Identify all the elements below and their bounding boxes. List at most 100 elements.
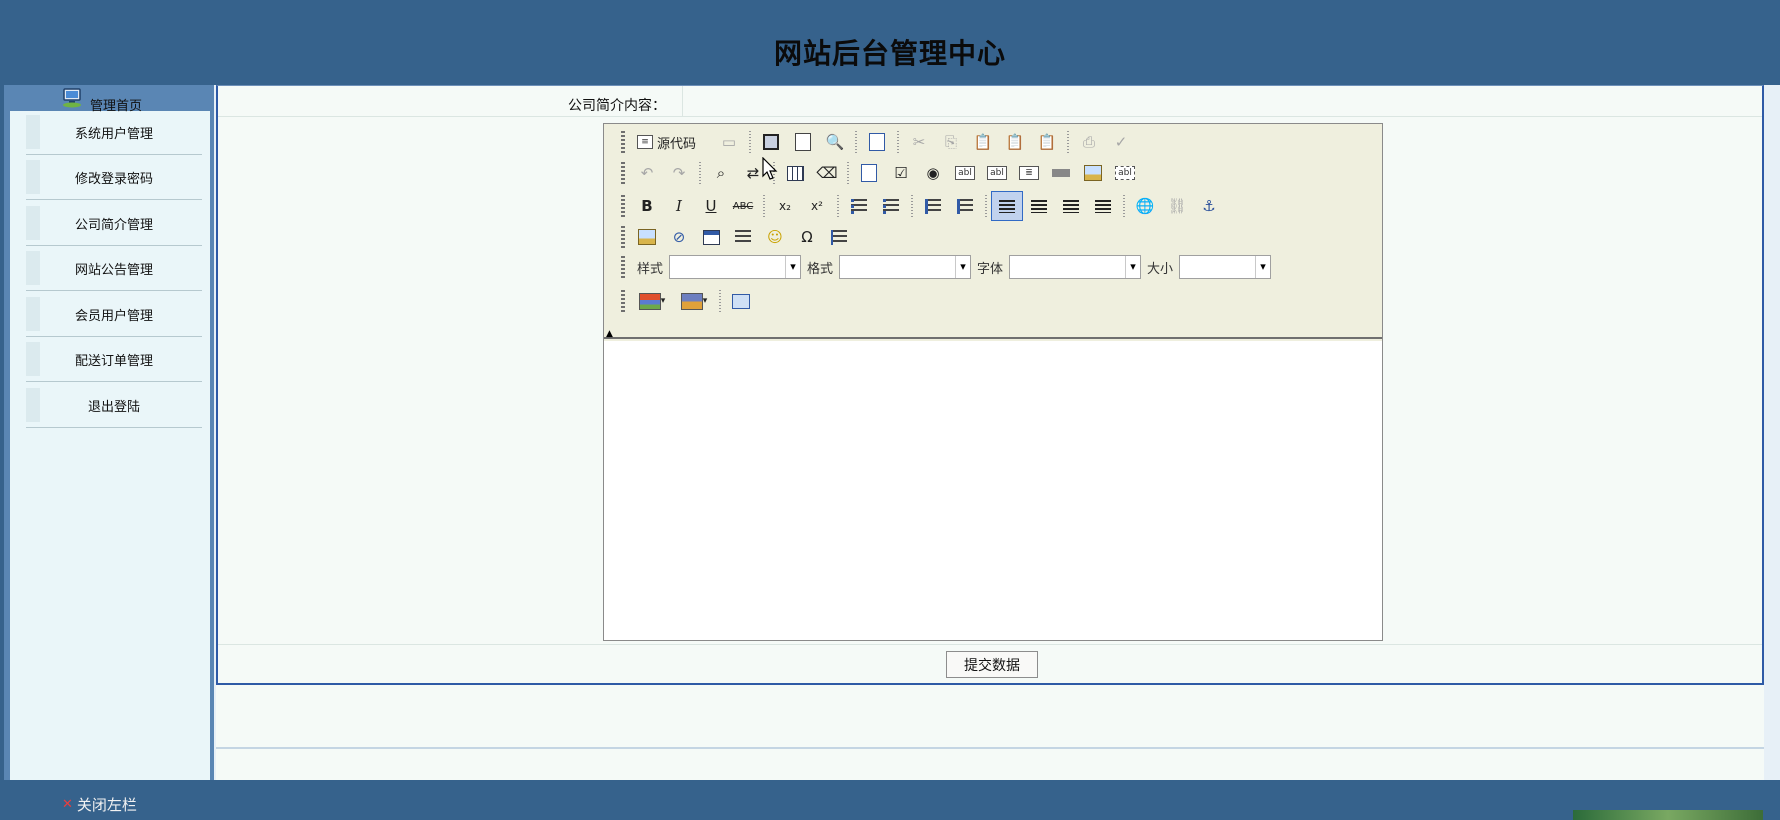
content-field-label: 公司简介内容： [568,98,666,114]
source-code-button[interactable]: ≡ 源代码 [631,127,713,157]
sidebar-item-label: 退出登陆 [87,400,140,415]
outdent-icon[interactable] [917,191,949,221]
maximize-icon[interactable] [725,286,757,316]
paste-text-icon[interactable]: 📋 [999,127,1031,157]
sidebar-item-members[interactable]: 会员用户管理 [26,293,202,337]
content-label-row: 公司简介内容： [218,86,1762,117]
anchor-icon[interactable]: ⚓ [1193,191,1225,221]
hidden-field-icon[interactable]: abl [1109,158,1141,188]
redo-icon[interactable]: ↷ [663,158,695,188]
text-field-icon[interactable]: abl [949,158,981,188]
source-code-label: 源代码 [657,136,697,152]
footer-bar: ✕ 关闭左栏 [0,780,1780,820]
toolbar-separator [699,162,701,184]
select-all-icon[interactable] [779,158,811,188]
paste-word-icon[interactable]: 📋 [1031,127,1063,157]
sidebar-item-label: 会员用户管理 [74,309,153,324]
italic-icon[interactable]: I [663,191,695,221]
toolbar-row-2: ↶ ↷ ⌕ ⇄ ⌫ ☑ ◉ abl abl ≣ abl [621,158,1141,188]
radio-icon[interactable]: ◉ [917,158,949,188]
format-select[interactable] [839,255,972,279]
sidebar-item-company-profile[interactable]: 公司简介管理 [26,202,202,246]
table-icon[interactable] [695,222,727,252]
submit-row: 提交数据 [218,644,1762,682]
bold-icon[interactable]: B [631,191,663,221]
company-profile-form: 公司简介内容： ≡ 源代码 ▭ 🔍 ✂ ⎘ 📋 📋 📋 ⎙ ✓ ↶ ↷ ⌕ ⇄ … [216,85,1764,685]
textarea-icon[interactable]: abl [981,158,1013,188]
unordered-list-icon[interactable] [875,191,907,221]
toolbar-grip [621,195,625,217]
paste-icon[interactable]: 📋 [967,127,999,157]
size-select[interactable] [1179,255,1272,279]
strikethrough-icon[interactable]: ABC [727,191,759,221]
save-icon[interactable] [755,127,787,157]
unlink-icon[interactable]: ⛓ [1161,191,1193,221]
cut-icon[interactable]: ✂ [903,127,935,157]
sidebar-item-change-password[interactable]: 修改登录密码 [26,156,202,200]
toolbar-grip [621,256,625,278]
toolbar-grip [621,226,625,248]
sidebar-item-system-users[interactable]: 系统用户管理 [26,111,202,155]
preview-icon[interactable]: 🔍 [819,127,851,157]
editor-content-area[interactable] [604,341,1382,640]
horizontal-rule-icon[interactable] [727,222,759,252]
subscript-icon[interactable]: x₂ [769,191,801,221]
background-color-icon[interactable]: ▾ [673,286,715,316]
doc-props-icon[interactable]: ▭ [713,127,745,157]
underline-icon[interactable]: U [695,191,727,221]
toolbar-separator [985,195,987,217]
sidebar-item-logout[interactable]: 退出登陆 [26,384,202,428]
image-icon[interactable] [631,222,663,252]
image-button-icon[interactable] [1077,158,1109,188]
taskbar-thumbnail [1573,810,1763,820]
align-center-icon[interactable] [1023,191,1055,221]
indent-icon[interactable] [949,191,981,221]
find-icon[interactable]: ⌕ [705,158,737,188]
font-select[interactable] [1009,255,1142,279]
toolbar-row-3: B I U ABC x₂ x² 🌐 ⛓ ⚓ [621,191,1225,221]
sidebar-item-delivery-orders[interactable]: 配送订单管理 [26,338,202,382]
flash-icon[interactable]: ⊘ [663,222,695,252]
select-field-icon[interactable]: ≣ [1013,158,1045,188]
remove-format-icon[interactable]: ⌫ [811,158,843,188]
print-icon[interactable]: ⎙ [1073,127,1105,157]
align-justify-icon[interactable] [1087,191,1119,221]
style-select[interactable] [669,255,802,279]
sidebar-item-announcements[interactable]: 网站公告管理 [26,247,202,291]
font-combo-label: 字体 [977,261,1004,277]
toolbar-row-1: ≡ 源代码 ▭ 🔍 ✂ ⎘ 📋 📋 📋 ⎙ ✓ [621,127,1137,157]
toolbar-grip [621,162,625,184]
sidebar-item-label: 公司简介管理 [74,218,153,233]
checkbox-icon[interactable]: ☑ [885,158,917,188]
collapse-toolbar-icon[interactable]: ▲ [606,329,613,339]
toolbar-separator [749,131,751,153]
rich-text-editor: ≡ 源代码 ▭ 🔍 ✂ ⎘ 📋 📋 📋 ⎙ ✓ ↶ ↷ ⌕ ⇄ ⌫ ☑ ◉ ab… [603,123,1383,641]
close-sidebar-label: 关闭左栏 [76,796,137,814]
toolbar-row-4: ⊘ ☺ Ω [621,222,855,252]
toolbar-separator [847,162,849,184]
special-char-icon[interactable]: Ω [791,222,823,252]
toolbar-separator [719,290,721,312]
toolbar-row-6: ▾ ▾ [621,286,757,316]
page-break-icon[interactable] [823,222,855,252]
align-left-icon[interactable] [991,191,1023,221]
smiley-icon[interactable]: ☺ [759,222,791,252]
ordered-list-icon[interactable] [843,191,875,221]
close-sidebar-link[interactable]: ✕ 关闭左栏 [62,794,137,815]
submit-button[interactable]: 提交数据 [946,651,1038,678]
templates-icon[interactable] [861,127,893,157]
sidebar-home-link[interactable]: 管理首页 [62,88,142,114]
spellcheck-icon[interactable]: ✓ [1105,127,1137,157]
copy-icon[interactable]: ⎘ [935,127,967,157]
toolbar-separator [911,195,913,217]
new-page-icon[interactable] [787,127,819,157]
button-field-icon[interactable] [1045,158,1077,188]
align-right-icon[interactable] [1055,191,1087,221]
superscript-icon[interactable]: x² [801,191,833,221]
form-icon[interactable] [853,158,885,188]
undo-icon[interactable]: ↶ [631,158,663,188]
link-icon[interactable]: 🌐 [1129,191,1161,221]
text-color-icon[interactable]: ▾ [631,286,673,316]
bottom-panel [216,685,1764,780]
toolbar-separator [897,131,899,153]
